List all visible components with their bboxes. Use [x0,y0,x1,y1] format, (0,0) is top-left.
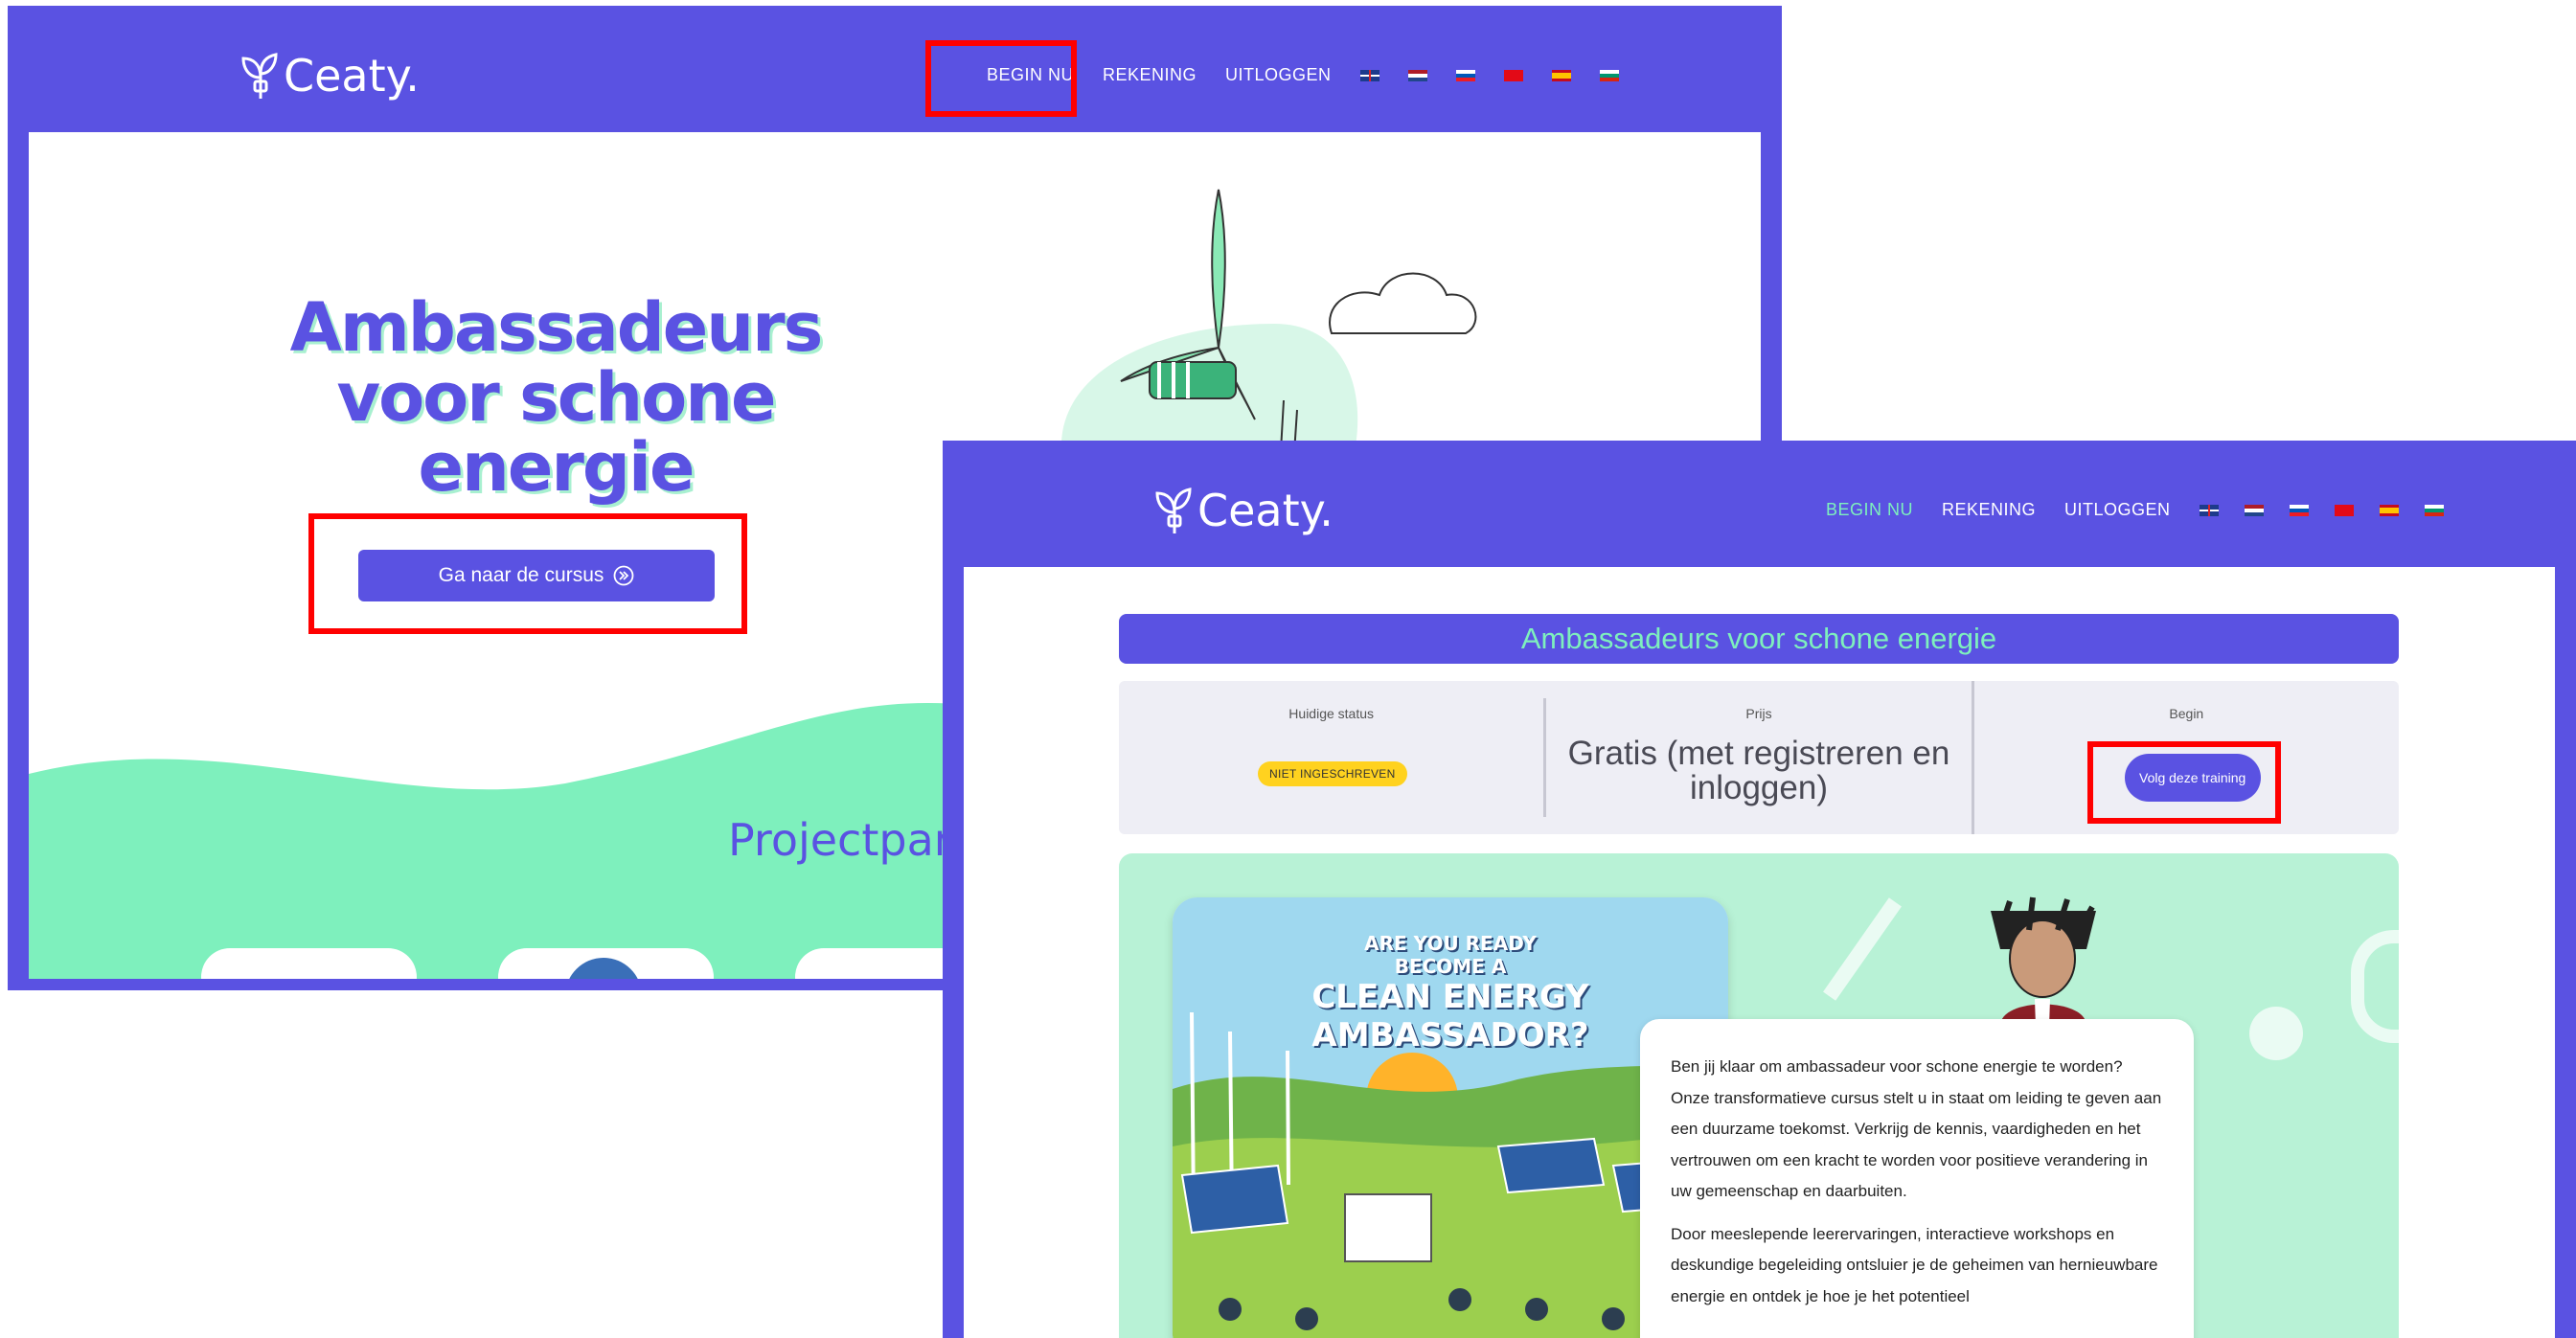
course-title: Ambassadeurs voor schone energie [1520,622,1997,655]
go-to-course-button[interactable]: Ga naar de cursus [358,550,715,601]
follow-training-button[interactable]: Volg deze training [2124,754,2261,802]
nav-uitloggen[interactable]: UITLOGGEN [2064,500,2171,520]
course-description-card: Ben jij klaar om ambassadeur voor schone… [1640,1019,2194,1338]
course-title-bar: Ambassadeurs voor schone energie [1119,614,2399,664]
double-chevron-circle-icon [613,565,634,586]
price-column: Prijs Gratis (met registreren en inlogge… [1543,698,1971,817]
status-badge: NIET INGESCHREVEN [1258,761,1407,786]
start-label: Begin [2169,706,2204,721]
poster-line-2: BECOME A [1394,955,1507,978]
slovenia-flag-icon[interactable] [1455,69,1475,81]
bulgaria-flag-icon[interactable] [1599,69,1619,81]
spain-flag-icon[interactable] [1551,69,1571,81]
price-label: Prijs [1745,706,1772,721]
decorative-ring [2351,930,2399,1043]
netherlands-flag-icon[interactable] [1407,69,1427,81]
project-partners-heading: Projectpar [728,814,952,866]
nav-rekening[interactable]: REKENING [1942,500,2036,520]
enrollment-panel: Huidige status NIET INGESCHREVEN Prijs G… [1119,681,2399,834]
netherlands-flag-icon[interactable] [2244,504,2264,516]
slovenia-flag-icon[interactable] [2289,504,2309,516]
poster-line-3: CLEAN ENERGY [1311,978,1589,1016]
go-to-course-label: Ga naar de cursus [438,564,604,586]
partner-emblem-icon [565,958,642,979]
logo-text: Ceaty. [1197,485,1334,536]
plant-plug-icon [241,53,278,99]
ceaty-logo[interactable]: Ceaty. [238,50,420,102]
partner-logo-card[interactable] [201,948,417,979]
main-menu: BEGIN NU REKENING UITLOGGEN [1826,500,2470,520]
poster-line-1: ARE YOU READY [1364,932,1537,955]
top-navbar: Ceaty. BEGIN NU REKENING UITLOGGEN [29,27,1761,132]
uk-flag-icon[interactable] [2199,504,2219,516]
course-page-window: Ceaty. BEGIN NU REKENING UITLOGGEN Ambas… [943,441,2576,1338]
nav-uitloggen[interactable]: UITLOGGEN [1225,65,1332,85]
turkey-flag-icon[interactable] [2334,504,2354,516]
main-menu: BEGIN NU REKENING UITLOGGEN [987,65,1648,85]
uk-flag-icon[interactable] [1359,69,1379,81]
plant-plug-icon [1155,488,1192,533]
status-column: Huidige status NIET INGESCHREVEN [1119,681,1543,834]
hero-title: Ambassadeurs voor schone energie [249,293,862,503]
hero-title-line-3: energie [418,428,695,507]
partner-logo-card[interactable] [498,948,714,979]
ceaty-logo[interactable]: Ceaty. [1151,485,1334,536]
bulgaria-flag-icon[interactable] [2424,504,2444,516]
course-intro-section: ARE YOU READY BECOME A CLEAN ENERGY AMBA… [1119,853,2399,1338]
course-page-viewport: Ceaty. BEGIN NU REKENING UITLOGGEN Ambas… [964,462,2555,1338]
description-paragraph-2: Door meeslepende leerervaringen, interac… [1671,1224,2158,1305]
turkey-flag-icon[interactable] [1503,69,1523,81]
status-label: Huidige status [1288,706,1375,721]
hero-title-line-2: voor schone [336,358,776,437]
description-paragraph-1: Ben jij klaar om ambassadeur voor schone… [1671,1057,2162,1200]
start-column: Begin Volg deze training [1971,681,2399,834]
decorative-slash [1823,897,1902,1001]
hero-title-line-1: Ambassadeurs [289,288,824,367]
nav-rekening[interactable]: REKENING [1103,65,1197,85]
spain-flag-icon[interactable] [2379,504,2399,516]
price-value: Gratis (met registreren en inloggen) [1567,735,1950,806]
nav-begin-nu[interactable]: BEGIN NU [1826,500,1913,520]
logo-text: Ceaty. [284,50,420,102]
decorative-dot [2249,1007,2303,1060]
nav-begin-nu[interactable]: BEGIN NU [987,65,1074,85]
top-navbar: Ceaty. BEGIN NU REKENING UITLOGGEN [964,462,2555,567]
